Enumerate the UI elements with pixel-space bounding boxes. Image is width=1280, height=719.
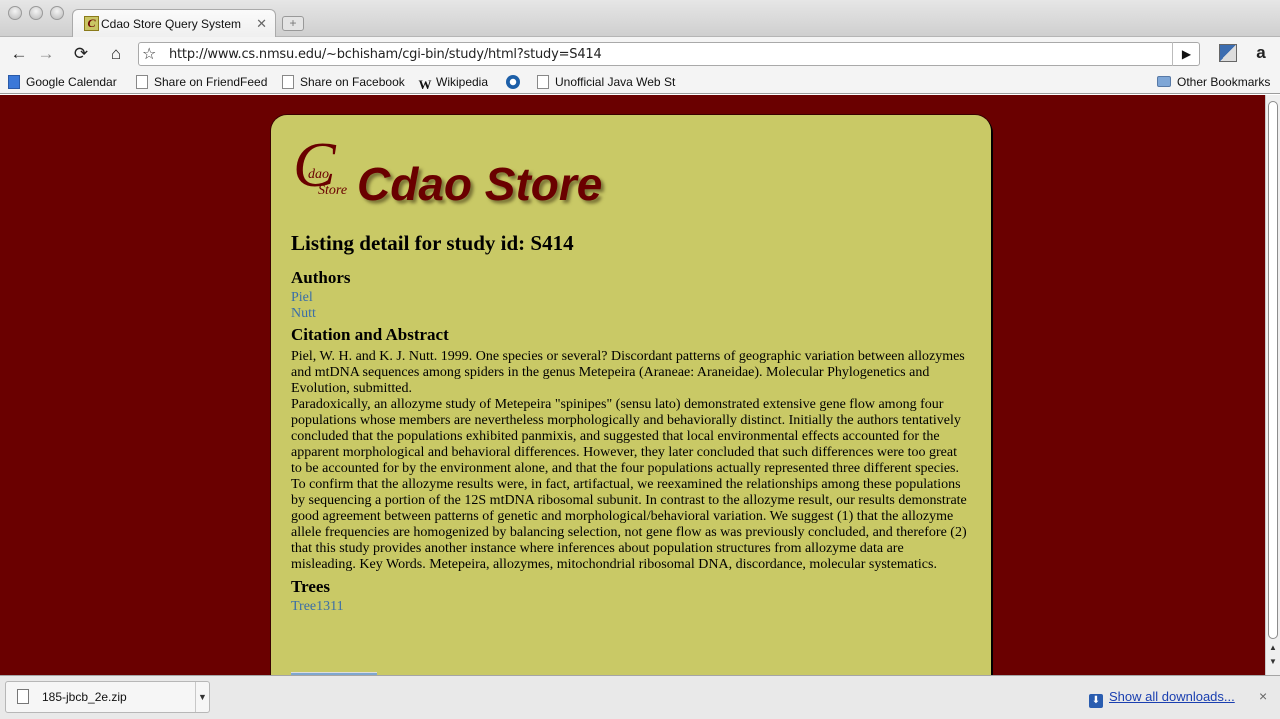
download-shelf: 185-jbcb_2e.zip ▼ ⬇ Show all downloads...… xyxy=(0,675,1280,719)
file-icon xyxy=(17,689,29,704)
page-icon xyxy=(136,75,148,89)
browser-toolbar: ← → ⟳ ⌂ ☆ http://www.cs.nmsu.edu/~bchish… xyxy=(0,37,1280,70)
folder-icon xyxy=(1157,76,1171,87)
close-window-button[interactable] xyxy=(8,6,22,20)
citation-heading: Citation and Abstract xyxy=(291,325,449,344)
page-icon xyxy=(282,75,294,89)
url-text[interactable]: http://www.cs.nmsu.edu/~bchisham/cgi-bin… xyxy=(169,47,602,62)
scroll-up-arrow-icon[interactable]: ▲ xyxy=(1268,643,1278,652)
authors-list: Piel Nutt xyxy=(291,290,971,322)
page-title: Listing detail for study id: S414 xyxy=(291,231,574,255)
bookmark-google-calendar[interactable]: Google Calendar xyxy=(8,74,117,90)
authors-heading: Authors xyxy=(291,268,351,287)
bookmark-friendfeed[interactable]: Share on FriendFeed xyxy=(136,74,267,90)
vertical-scrollbar[interactable]: ▲ ▼ xyxy=(1265,95,1280,675)
home-button[interactable]: ⌂ xyxy=(103,42,129,66)
zoom-window-button[interactable] xyxy=(50,6,64,20)
page-icon xyxy=(537,75,549,89)
bookmark-noaa[interactable] xyxy=(506,74,526,90)
browser-tab[interactable]: C Cdao Store Query System ✕ xyxy=(72,9,276,37)
abstract-text: Paradoxically, an allozyme study of Mete… xyxy=(291,397,967,572)
trees-heading: Trees xyxy=(291,577,331,596)
forward-button[interactable]: → xyxy=(33,42,59,66)
page-viewport: C dao Store Cdao Store Listing detail fo… xyxy=(0,95,1265,675)
logo-dao: dao xyxy=(308,167,329,182)
calendar-icon xyxy=(8,75,20,89)
reload-button[interactable]: ⟳ xyxy=(68,42,94,66)
go-button[interactable]: ▶ xyxy=(1172,42,1200,66)
tab-title: Cdao Store Query System xyxy=(101,17,242,31)
tab-close-icon[interactable]: ✕ xyxy=(256,16,267,32)
scroll-down-arrow-icon[interactable]: ▼ xyxy=(1268,657,1278,666)
window-titlebar: C Cdao Store Query System ✕ + xyxy=(0,0,1280,37)
bookmarks-bar: Google Calendar Share on FriendFeed Shar… xyxy=(0,70,1280,94)
close-shelf-icon[interactable]: × xyxy=(1259,688,1267,704)
content-panel: C dao Store Cdao Store Listing detail fo… xyxy=(271,115,991,675)
download-icon: ⬇ xyxy=(1089,694,1103,708)
tree-link[interactable]: Tree1311 xyxy=(291,599,971,615)
bookmark-star-icon[interactable]: ☆ xyxy=(142,44,156,64)
page-menu-icon[interactable] xyxy=(1219,44,1237,62)
cdao-favicon-icon: C xyxy=(84,16,99,31)
citation-text: Piel, W. H. and K. J. Nutt. 1999. One sp… xyxy=(291,349,965,396)
amazon-extension-icon[interactable]: a xyxy=(1251,42,1271,64)
show-all-downloads-link[interactable]: ⬇ Show all downloads... xyxy=(1089,689,1235,708)
other-bookmarks-folder[interactable]: Other Bookmarks xyxy=(1157,74,1270,90)
study-detail: Listing detail for study id: S414 Author… xyxy=(291,231,971,615)
bookmark-wikipedia[interactable]: W Wikipedia xyxy=(418,74,489,92)
noaa-globe-icon xyxy=(506,75,520,89)
download-filename: 185-jbcb_2e.zip xyxy=(42,690,127,704)
logo-title: Cdao Store xyxy=(357,158,603,210)
author-link[interactable]: Piel xyxy=(291,290,971,306)
download-menu-arrow-icon[interactable]: ▼ xyxy=(195,682,209,712)
new-tab-button[interactable]: + xyxy=(282,16,304,31)
bookmark-facebook[interactable]: Share on Facebook xyxy=(282,74,405,90)
address-bar[interactable]: ☆ http://www.cs.nmsu.edu/~bchisham/cgi-b… xyxy=(138,42,1200,66)
minimize-window-button[interactable] xyxy=(29,6,43,20)
cdao-store-logo[interactable]: C dao Store Cdao Store xyxy=(293,133,653,211)
scrollbar-thumb[interactable] xyxy=(1268,101,1278,639)
logo-store: Store xyxy=(318,183,348,198)
back-button[interactable]: ← xyxy=(6,42,32,66)
download-item[interactable]: 185-jbcb_2e.zip ▼ xyxy=(5,681,210,713)
author-link[interactable]: Nutt xyxy=(291,306,971,322)
wikipedia-icon: W xyxy=(418,77,432,92)
bookmark-java-web-start[interactable]: Unofficial Java Web St xyxy=(537,74,675,90)
